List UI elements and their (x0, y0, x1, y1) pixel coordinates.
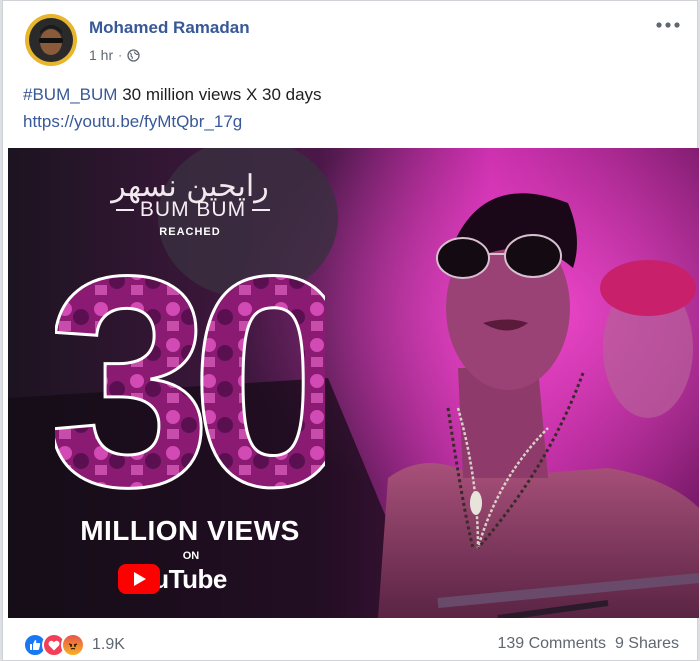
song-title-text: BUM BUM (139, 198, 247, 221)
song-title: BUM BUM (105, 198, 281, 222)
million-views-label: MILLION VIEWS (80, 515, 300, 546)
youtube-link[interactable]: https://youtu.be/fyMtQbr_17g (23, 110, 322, 133)
shares-count[interactable]: 9 Shares (615, 635, 679, 653)
post-time[interactable]: 1 hr (89, 47, 113, 63)
post-caption: 30 million views X 30 days (117, 85, 322, 104)
big-number-text: 30 (55, 225, 325, 515)
title-rule-left (115, 209, 134, 211)
reaction-count[interactable]: 1.9K (92, 636, 125, 654)
globe-icon[interactable] (127, 48, 140, 62)
post-meta: 1 hr · (89, 47, 140, 63)
post-image[interactable]: رايحين نسهر BUM BUM REACHED 30 MILLION V… (8, 148, 699, 618)
engagement-stats: 139 Comments 9 Shares (497, 635, 679, 653)
on-label: ON (182, 550, 200, 562)
more-options-icon[interactable] (653, 15, 683, 35)
meta-separator: · (118, 48, 123, 62)
reactions-bar[interactable]: 1.9K (23, 633, 125, 657)
post-text: #BUM_BUM 30 million views X 30 days http… (23, 83, 322, 133)
comments-count[interactable]: 139 Comments (497, 635, 606, 653)
title-rule-right (252, 209, 271, 211)
author-name[interactable]: Mohamed Ramadan (89, 18, 250, 38)
youtube-logo: YouTube (118, 564, 227, 595)
hashtag-link[interactable]: #BUM_BUM (23, 85, 117, 104)
angry-icon (61, 633, 85, 657)
avatar-image (25, 14, 77, 66)
big-number-graphic: 30 (55, 225, 325, 515)
avatar[interactable] (25, 14, 77, 66)
facebook-post: Mohamed Ramadan 1 hr · #BUM_BUM 30 milli… (2, 0, 699, 661)
